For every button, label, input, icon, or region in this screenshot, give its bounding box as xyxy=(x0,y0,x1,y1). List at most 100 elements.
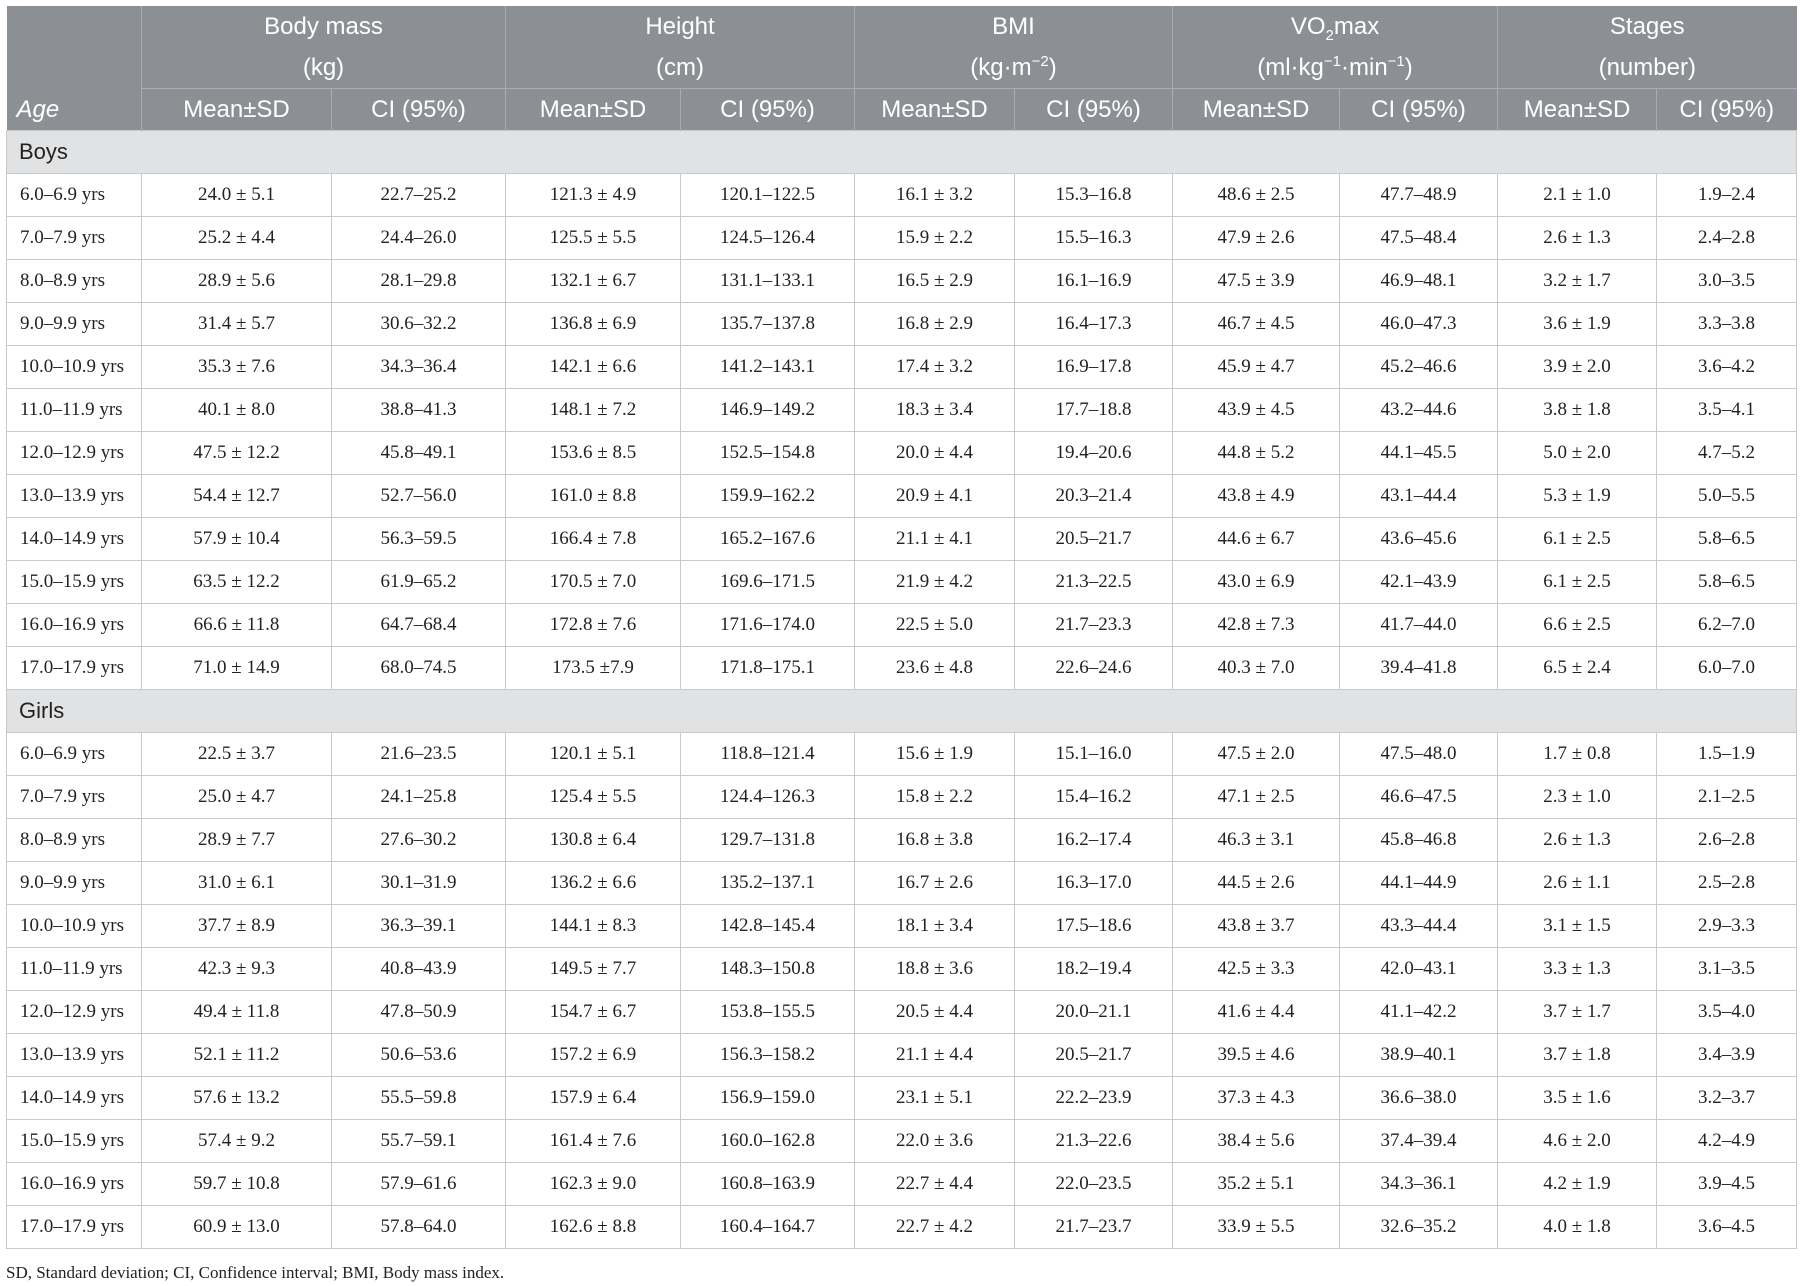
table-row: 13.0–13.9 yrs 52.1 ± 11.2 50.6–53.6 157.2 ±… xyxy=(6,1033,1798,1077)
section-label: Boys xyxy=(5,130,1798,174)
mean-sd-cell: 31.0 ± 6.1 xyxy=(141,861,332,905)
mean-sd-cell: 166.4 ± 7.8 xyxy=(505,517,681,561)
header-height-unit: (cm) xyxy=(505,47,855,89)
ci-cell: 124.5–126.4 xyxy=(680,216,855,260)
age-cell: 15.0–15.9 yrs xyxy=(6,1119,142,1163)
mean-sd-cell: 15.6 ± 1.9 xyxy=(854,732,1015,776)
ci-cell: 16.1–16.9 xyxy=(1013,259,1174,303)
mean-sd-cell: 44.5 ± 2.6 xyxy=(1172,861,1341,905)
ci-cell: 34.3–36.4 xyxy=(331,345,506,389)
ci-cell: 2.6–2.8 xyxy=(1656,818,1798,862)
header-sub-ci: CI (95%) xyxy=(1013,88,1173,131)
mean-sd-cell: 154.7 ± 6.7 xyxy=(505,990,681,1034)
ci-cell: 3.3–3.8 xyxy=(1656,302,1798,346)
mean-sd-cell: 5.3 ± 1.9 xyxy=(1497,474,1658,518)
mean-sd-cell: 24.0 ± 5.1 xyxy=(141,173,332,217)
header-vo2max: VO2max xyxy=(1172,6,1498,47)
ci-cell: 2.4–2.8 xyxy=(1656,216,1798,260)
ci-cell: 6.2–7.0 xyxy=(1656,603,1798,647)
header-sub-ci: CI (95%) xyxy=(1339,88,1498,131)
ci-cell: 43.1–44.4 xyxy=(1339,474,1499,518)
ci-cell: 5.0–5.5 xyxy=(1656,474,1798,518)
mean-sd-cell: 6.5 ± 2.4 xyxy=(1497,646,1658,690)
header-sub-ci: CI (95%) xyxy=(1656,88,1797,131)
section-row-girls: Girls xyxy=(5,689,1798,733)
age-cell: 8.0–8.9 yrs xyxy=(6,259,142,303)
table-row: 12.0–12.9 yrs 47.5 ± 12.2 45.8–49.1 153.6 ±… xyxy=(6,431,1798,475)
mean-sd-cell: 5.0 ± 2.0 xyxy=(1497,431,1658,475)
mean-sd-cell: 37.7 ± 8.9 xyxy=(141,904,332,948)
ci-cell: 44.1–45.5 xyxy=(1339,431,1499,475)
ci-cell: 148.3–150.8 xyxy=(680,947,855,991)
mean-sd-cell: 28.9 ± 5.6 xyxy=(141,259,332,303)
ci-cell: 15.3–16.8 xyxy=(1013,173,1174,217)
mean-sd-cell: 20.5 ± 4.4 xyxy=(854,990,1015,1034)
table-row: 16.0–16.9 yrs 59.7 ± 10.8 57.9–61.6 162.3 ±… xyxy=(6,1162,1798,1206)
age-cell: 16.0–16.9 yrs xyxy=(6,1162,142,1206)
mean-sd-cell: 31.4 ± 5.7 xyxy=(141,302,332,346)
ci-cell: 64.7–68.4 xyxy=(331,603,506,647)
ci-cell: 43.6–45.6 xyxy=(1339,517,1499,561)
ci-cell: 52.7–56.0 xyxy=(331,474,506,518)
mean-sd-cell: 23.6 ± 4.8 xyxy=(854,646,1015,690)
mean-sd-cell: 22.7 ± 4.2 xyxy=(854,1205,1015,1249)
ci-cell: 36.3–39.1 xyxy=(331,904,506,948)
header-sub-mean-sd: Mean±SD xyxy=(854,88,1015,131)
ci-cell: 20.0–21.1 xyxy=(1013,990,1174,1034)
ci-cell: 30.6–32.2 xyxy=(331,302,506,346)
mean-sd-cell: 6.1 ± 2.5 xyxy=(1497,517,1658,561)
age-cell: 16.0–16.9 yrs xyxy=(6,603,142,647)
ci-cell: 16.4–17.3 xyxy=(1013,302,1174,346)
mean-sd-cell: 46.3 ± 3.1 xyxy=(1172,818,1341,862)
age-cell: 6.0–6.9 yrs xyxy=(6,173,142,217)
ci-cell: 41.1–42.2 xyxy=(1339,990,1499,1034)
mean-sd-cell: 144.1 ± 8.3 xyxy=(505,904,681,948)
header-sub-mean-sd: Mean±SD xyxy=(141,88,332,131)
ci-cell: 21.3–22.5 xyxy=(1013,560,1174,604)
mean-sd-cell: 17.4 ± 3.2 xyxy=(854,345,1015,389)
ci-cell: 156.9–159.0 xyxy=(680,1076,855,1120)
ci-cell: 47.7–48.9 xyxy=(1339,173,1499,217)
mean-sd-cell: 20.0 ± 4.4 xyxy=(854,431,1015,475)
ci-cell: 46.9–48.1 xyxy=(1339,259,1499,303)
ci-cell: 20.5–21.7 xyxy=(1013,1033,1174,1077)
age-cell: 9.0–9.9 yrs xyxy=(6,302,142,346)
table-row: 15.0–15.9 yrs 57.4 ± 9.2 55.7–59.1 161.4 ± … xyxy=(6,1119,1798,1163)
ci-cell: 6.0–7.0 xyxy=(1656,646,1798,690)
mean-sd-cell: 2.6 ± 1.3 xyxy=(1497,818,1658,862)
ci-cell: 45.8–49.1 xyxy=(331,431,506,475)
ci-cell: 21.7–23.7 xyxy=(1013,1205,1174,1249)
mean-sd-cell: 161.0 ± 8.8 xyxy=(505,474,681,518)
mean-sd-cell: 22.5 ± 5.0 xyxy=(854,603,1015,647)
table-row: 9.0–9.9 yrs 31.4 ± 5.7 30.6–32.2 136.8 ± 6.… xyxy=(6,302,1798,346)
ci-cell: 21.3–22.6 xyxy=(1013,1119,1174,1163)
header-vo2max-unit: (ml·kg−1·min−1) xyxy=(1172,47,1498,89)
mean-sd-cell: 4.6 ± 2.0 xyxy=(1497,1119,1658,1163)
mean-sd-cell: 136.2 ± 6.6 xyxy=(505,861,681,905)
ci-cell: 22.6–24.6 xyxy=(1013,646,1174,690)
mean-sd-cell: 132.1 ± 6.7 xyxy=(505,259,681,303)
mean-sd-cell: 43.9 ± 4.5 xyxy=(1172,388,1341,432)
mean-sd-cell: 125.5 ± 5.5 xyxy=(505,216,681,260)
table-row: 14.0–14.9 yrs 57.9 ± 10.4 56.3–59.5 166.4 ±… xyxy=(6,517,1798,561)
mean-sd-cell: 15.9 ± 2.2 xyxy=(854,216,1015,260)
ci-cell: 61.9–65.2 xyxy=(331,560,506,604)
ci-cell: 153.8–155.5 xyxy=(680,990,855,1034)
data-table-container: Body mass Height BMI VO2max Stages (kg) … xyxy=(5,6,1798,1249)
mean-sd-cell: 57.4 ± 9.2 xyxy=(141,1119,332,1163)
ci-cell: 2.9–3.3 xyxy=(1656,904,1798,948)
ci-cell: 41.7–44.0 xyxy=(1339,603,1499,647)
mean-sd-cell: 40.1 ± 8.0 xyxy=(141,388,332,432)
ci-cell: 22.7–25.2 xyxy=(331,173,506,217)
table-row: 6.0–6.9 yrs 24.0 ± 5.1 22.7–25.2 121.3 ± 4.… xyxy=(6,173,1798,217)
mean-sd-cell: 71.0 ± 14.9 xyxy=(141,646,332,690)
mean-sd-cell: 6.1 ± 2.5 xyxy=(1497,560,1658,604)
mean-sd-cell: 43.8 ± 4.9 xyxy=(1172,474,1341,518)
age-cell: 12.0–12.9 yrs xyxy=(6,990,142,1034)
ci-cell: 135.2–137.1 xyxy=(680,861,855,905)
table-row: 16.0–16.9 yrs 66.6 ± 11.8 64.7–68.4 172.8 ±… xyxy=(6,603,1798,647)
mean-sd-cell: 33.9 ± 5.5 xyxy=(1172,1205,1341,1249)
header-sub-mean-sd: Mean±SD xyxy=(1172,88,1340,131)
age-cell: 11.0–11.9 yrs xyxy=(6,947,142,991)
mean-sd-cell: 44.6 ± 6.7 xyxy=(1172,517,1341,561)
